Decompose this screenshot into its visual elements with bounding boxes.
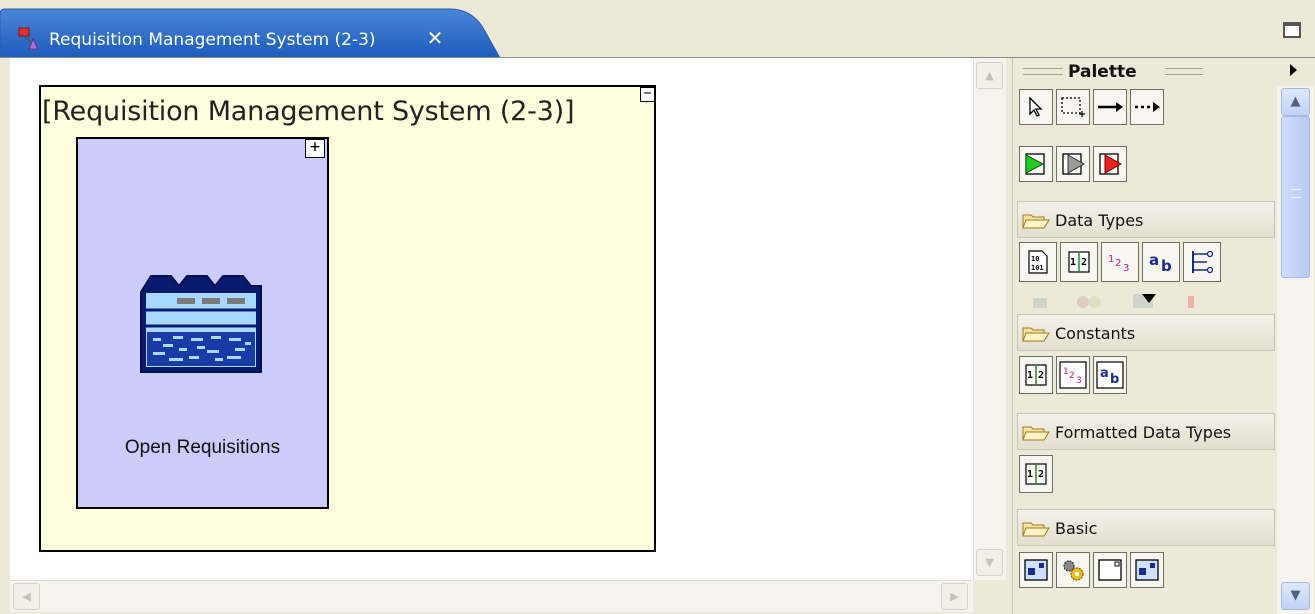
drawer-scroll-down-icon[interactable] — [1142, 294, 1156, 303]
svg-text:b: b — [1161, 257, 1172, 274]
maximize-icon[interactable] — [1283, 22, 1301, 38]
svg-text:1: 1 — [1063, 367, 1069, 377]
enumeration-type-icon[interactable] — [1183, 242, 1221, 282]
scroll-right-icon[interactable]: ▶ — [941, 583, 968, 610]
datastore-icon — [139, 272, 264, 376]
folder-icon — [1022, 325, 1050, 347]
drawer-constants[interactable]: Constants — [1017, 314, 1275, 351]
formatted-decimal-icon[interactable]: 12 — [1019, 455, 1053, 493]
palette-tool-row — [1019, 89, 1164, 125]
basic-frame-icon[interactable] — [1093, 552, 1127, 588]
editor-tab-bar: Requisition Management System (2-3) ✕ — [0, 0, 1315, 58]
green-port-icon[interactable] — [1019, 146, 1053, 182]
svg-text:2: 2 — [1115, 258, 1121, 269]
editor-tab-title: Requisition Management System (2-3) — [49, 30, 376, 50]
formatted-items: 12 — [1019, 455, 1053, 493]
drawer-label: Constants — [1055, 324, 1136, 343]
red-port-icon[interactable] — [1093, 146, 1127, 182]
palette-grip-left — [1023, 68, 1063, 75]
system-diagram-icon — [18, 27, 40, 51]
svg-text:b: b — [1110, 372, 1119, 387]
constants-items: 12 123 ab — [1019, 356, 1127, 394]
basic-component-icon[interactable] — [1019, 552, 1053, 588]
palette-panel: Palette Data Types 10 101 1 2 1 2 3 a b … — [1012, 58, 1315, 614]
drawer-label: Formatted Data Types — [1055, 423, 1232, 442]
svg-text:3: 3 — [1076, 376, 1082, 386]
canvas-vertical-scrollbar[interactable]: ▲ ▼ — [973, 58, 1006, 580]
component-open-requisitions[interactable]: + Open Requisitions — [76, 137, 329, 509]
expand-button[interactable]: + — [305, 139, 325, 158]
thumb-grip — [1291, 189, 1301, 198]
svg-text:101: 101 — [1031, 264, 1044, 272]
svg-text:1: 1 — [1070, 257, 1076, 268]
svg-text:a: a — [1149, 251, 1159, 269]
data-types-items: 10 101 12 123 ab — [1019, 242, 1221, 282]
drawer-label: Data Types — [1055, 211, 1144, 230]
marquee-tool-icon[interactable] — [1056, 89, 1090, 125]
svg-text:2: 2 — [1081, 257, 1087, 268]
gray-port-icon[interactable] — [1056, 146, 1090, 182]
palette-scroll-thumb[interactable] — [1281, 116, 1310, 278]
collapse-button[interactable]: − — [640, 87, 655, 102]
dashed-connection-tool-icon[interactable] — [1130, 89, 1164, 125]
svg-text:2: 2 — [1038, 370, 1044, 381]
integer-type-icon[interactable]: 123 — [1101, 242, 1139, 282]
decimal-type-icon[interactable]: 12 — [1060, 242, 1098, 282]
svg-text:3: 3 — [1123, 263, 1129, 274]
diagram-canvas[interactable]: [Requisition Management System (2-3)] − … — [10, 58, 973, 580]
select-tool-icon[interactable] — [1019, 89, 1053, 125]
canvas-horizontal-scrollbar[interactable]: ◀ ▶ — [10, 580, 973, 612]
svg-text:1: 1 — [1027, 370, 1033, 381]
palette-vertical-scrollbar[interactable]: ▲ ▼ — [1277, 86, 1314, 614]
gear-component-icon[interactable] — [1056, 552, 1090, 588]
folder-icon — [1022, 212, 1050, 234]
svg-text:1: 1 — [1027, 469, 1033, 480]
binary-type-icon[interactable]: 10 101 — [1019, 242, 1057, 282]
palette-flow-row — [1019, 146, 1127, 182]
connection-tool-icon[interactable] — [1093, 89, 1127, 125]
palette-title: Palette — [1068, 62, 1137, 82]
basic-window-icon[interactable] — [1130, 552, 1164, 588]
application-window: Requisition Management System (2-3) ✕ [R… — [0, 0, 1315, 614]
svg-text:10: 10 — [1031, 255, 1039, 263]
decimal-constant-icon[interactable]: 12 — [1019, 356, 1053, 394]
palette-header[interactable]: Palette — [1013, 58, 1315, 86]
svg-text:1: 1 — [1108, 254, 1114, 265]
scroll-corner — [973, 580, 1006, 612]
svg-text:2: 2 — [1038, 469, 1044, 480]
string-type-icon[interactable]: ab — [1142, 242, 1180, 282]
drawer-label: Basic — [1055, 519, 1098, 538]
integer-constant-icon[interactable]: 123 — [1056, 356, 1090, 394]
system-frame[interactable]: [Requisition Management System (2-3)] − … — [39, 85, 656, 552]
string-constant-icon[interactable]: ab — [1093, 356, 1127, 394]
scroll-up-icon[interactable]: ▲ — [1281, 88, 1310, 116]
system-frame-title: [Requisition Management System (2-3)] — [42, 96, 575, 127]
scroll-down-icon[interactable]: ▼ — [976, 549, 1003, 576]
scroll-down-icon[interactable]: ▼ — [1281, 582, 1310, 610]
svg-text:a: a — [1100, 366, 1109, 381]
drawer-formatted-data-types[interactable]: Formatted Data Types — [1017, 413, 1275, 450]
palette-grip-right — [1165, 68, 1203, 75]
editor-tab[interactable]: Requisition Management System (2-3) ✕ — [0, 8, 500, 58]
svg-text:2: 2 — [1069, 371, 1075, 381]
basic-items — [1019, 552, 1164, 588]
folder-icon — [1022, 424, 1050, 446]
scroll-left-icon[interactable]: ◀ — [13, 583, 40, 610]
folder-icon — [1022, 520, 1050, 542]
scroll-up-icon[interactable]: ▲ — [976, 62, 1003, 89]
palette-collapse-icon[interactable] — [1290, 64, 1297, 76]
drawer-basic[interactable]: Basic — [1017, 509, 1275, 546]
close-icon[interactable]: ✕ — [425, 28, 445, 48]
component-label: Open Requisitions — [124, 437, 281, 458]
drawer-data-types[interactable]: Data Types — [1017, 201, 1275, 238]
